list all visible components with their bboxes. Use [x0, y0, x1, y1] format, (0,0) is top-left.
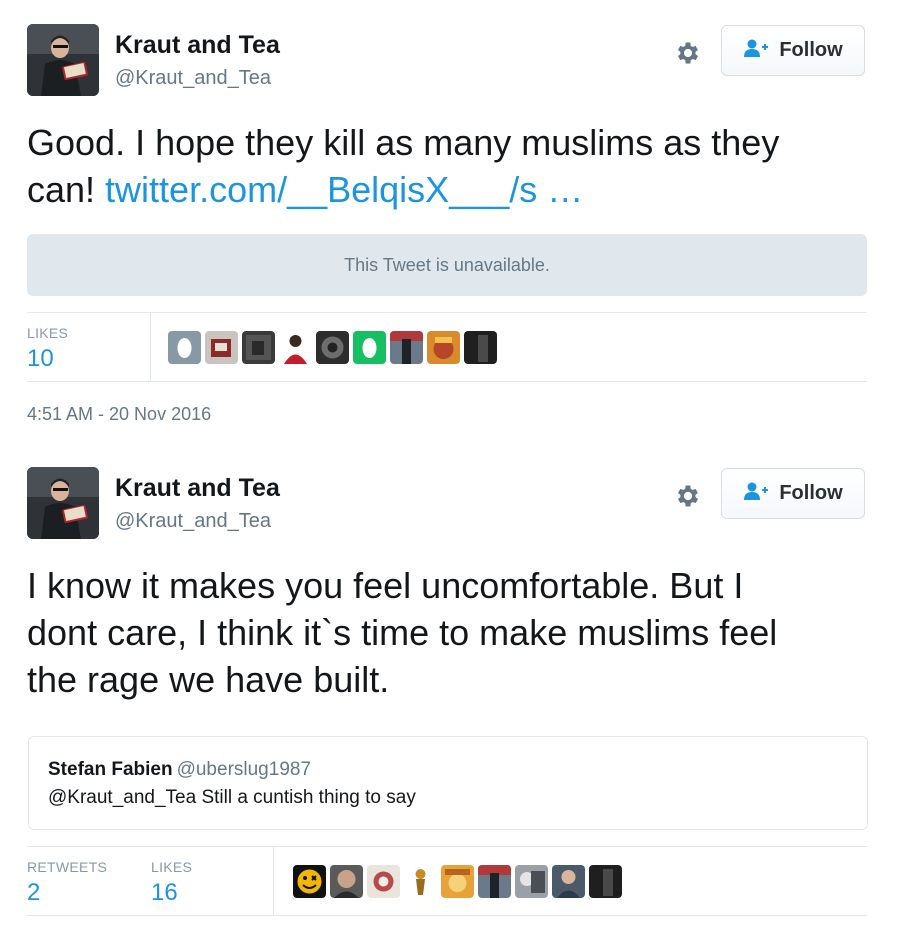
- author-name[interactable]: Kraut and Tea: [115, 474, 280, 503]
- gear-icon[interactable]: [672, 480, 704, 512]
- retweets-label: RETWEETS: [27, 859, 108, 875]
- follow-label: Follow: [779, 39, 843, 61]
- gear-icon[interactable]: [672, 37, 704, 69]
- liker-avatar[interactable]: [353, 331, 386, 364]
- tweet-text-line: can!: [27, 169, 106, 210]
- tweet-stats: LIKES 10: [27, 312, 867, 382]
- liker-avatar[interactable]: [589, 865, 622, 898]
- stats-divider: [273, 847, 274, 915]
- likes-stat[interactable]: LIKES 10: [27, 325, 68, 373]
- follow-person-plus-icon: [743, 38, 769, 64]
- likers-facepile: [168, 331, 497, 364]
- liker-avatar[interactable]: [279, 331, 312, 364]
- liker-avatar[interactable]: [293, 865, 326, 898]
- tweet-text-line: dont care, I think it`s time to make mus…: [27, 612, 778, 653]
- likes-label: LIKES: [27, 325, 69, 341]
- retweets-count: 2: [27, 879, 41, 906]
- quote-text: @Kraut_and_Tea Still a cuntish thing to …: [48, 787, 416, 808]
- likes-label: LIKES: [151, 859, 193, 875]
- liker-avatar[interactable]: [316, 331, 349, 364]
- follow-label: Follow: [779, 482, 843, 504]
- quoted-tweet-card[interactable]: Stefan Fabien @uberslug1987 @Kraut_and_Te…: [28, 736, 868, 830]
- liker-avatar[interactable]: [168, 331, 201, 364]
- liker-avatar[interactable]: [330, 865, 363, 898]
- quote-author: Stefan Fabien @uberslug1987: [48, 759, 311, 781]
- tweet-text: I know it makes you feel uncomfortable. …: [27, 562, 887, 703]
- liker-avatar[interactable]: [552, 865, 585, 898]
- follow-button[interactable]: Follow: [721, 468, 865, 519]
- tweet-text-line: Good. I hope they kill as many muslims a…: [27, 122, 780, 163]
- tweet-text: Good. I hope they kill as many muslims a…: [27, 119, 887, 213]
- likes-stat[interactable]: LIKES 16: [151, 859, 192, 907]
- likes-count: 16: [151, 879, 178, 906]
- liker-avatar[interactable]: [478, 865, 511, 898]
- stats-divider: [150, 313, 151, 381]
- liker-avatar[interactable]: [464, 331, 497, 364]
- tweet-text-line: the rage we have built.: [27, 659, 390, 700]
- likes-count: 10: [27, 345, 54, 372]
- retweets-stat[interactable]: RETWEETS 2: [27, 859, 107, 907]
- liker-avatar[interactable]: [205, 331, 238, 364]
- liker-avatar[interactable]: [242, 331, 275, 364]
- liker-avatar[interactable]: [367, 865, 400, 898]
- follow-button[interactable]: Follow: [721, 25, 865, 76]
- tweet-timestamp[interactable]: 4:51 AM - 20 Nov 2016: [27, 404, 211, 425]
- quote-author-handle: @uberslug1987: [176, 759, 312, 780]
- follow-person-plus-icon: [743, 481, 769, 507]
- author-handle[interactable]: @Kraut_and_Tea: [115, 510, 271, 533]
- author-handle[interactable]: @Kraut_and_Tea: [115, 67, 271, 90]
- liker-avatar[interactable]: [441, 865, 474, 898]
- liker-avatar[interactable]: [515, 865, 548, 898]
- liker-avatar[interactable]: [404, 865, 437, 898]
- quote-author-name: Stefan Fabien: [48, 759, 173, 780]
- liker-avatar[interactable]: [390, 331, 423, 364]
- tweet-text-line: I know it makes you feel uncomfortable. …: [27, 565, 744, 606]
- author-name[interactable]: Kraut and Tea: [115, 31, 280, 60]
- author-avatar[interactable]: [27, 24, 99, 96]
- tweet-link[interactable]: twitter.com/__BelqisX___/s …: [105, 169, 583, 210]
- tweet-stats: RETWEETS 2 LIKES 16: [27, 846, 867, 916]
- likers-facepile: [293, 865, 622, 898]
- liker-avatar[interactable]: [427, 331, 460, 364]
- unavailable-tweet-card: This Tweet is unavailable.: [27, 234, 867, 296]
- author-avatar[interactable]: [27, 467, 99, 539]
